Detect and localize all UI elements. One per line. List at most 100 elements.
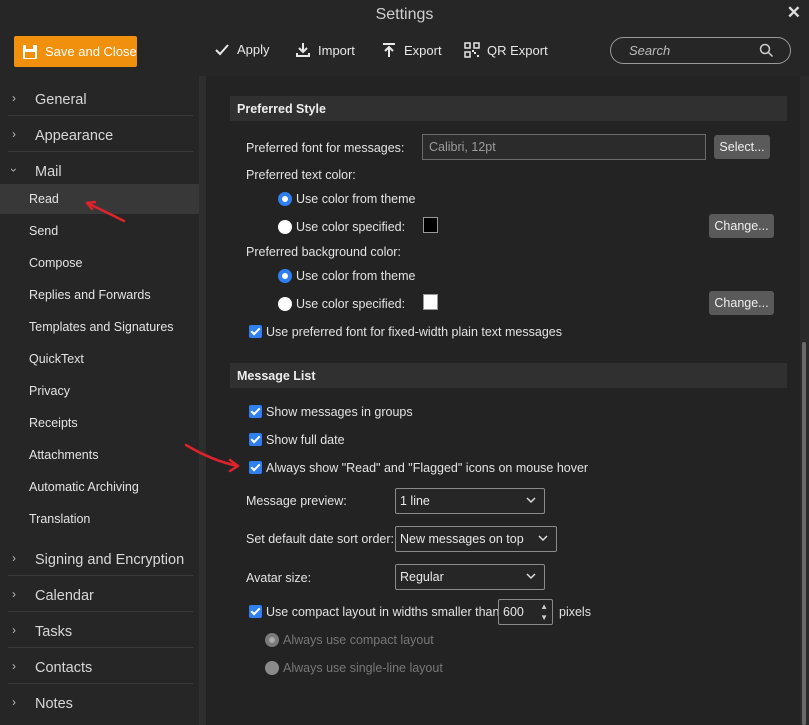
sidebar-item-replies-forwards[interactable]: Replies and Forwards [0, 280, 199, 310]
sidebar-section-signing-encryption[interactable]: › Signing and Encryption [0, 542, 199, 578]
sidebar-section-general[interactable]: › General [0, 82, 199, 118]
message-preview-select[interactable]: 1 line [395, 488, 545, 514]
toolbar: Save and Close Apply Import Export QR Ex… [0, 30, 809, 76]
import-button[interactable]: Import [295, 42, 355, 58]
fixed-width-checkbox[interactable] [249, 325, 262, 338]
sidebar-item-label: Translation [29, 512, 91, 526]
sidebar-item-label: Automatic Archiving [29, 480, 139, 494]
compact-width-stepper[interactable]: 600 ▲ ▼ [498, 599, 553, 625]
text-color-specified-radio[interactable] [278, 220, 292, 234]
sidebar-section-calendar[interactable]: › Calendar [0, 578, 199, 614]
sidebar-item-send[interactable]: Send [0, 216, 199, 246]
sidebar-item-receipts[interactable]: Receipts [0, 408, 199, 438]
sidebar-section-notes[interactable]: › Notes [0, 686, 199, 722]
sort-order-select[interactable]: New messages on top [395, 526, 557, 552]
text-color-label: Preferred text color: [246, 168, 356, 182]
stepper-down-icon[interactable]: ▼ [540, 613, 548, 622]
apply-button[interactable]: Apply [214, 42, 270, 57]
chevron-right-icon: › [12, 551, 16, 565]
compact-width-value: 600 [503, 605, 524, 619]
sidebar: › General › Appearance › Mail Read Send … [0, 76, 206, 725]
compact-layout-checkbox[interactable] [249, 605, 262, 618]
save-label: Save and Close [45, 44, 137, 59]
sidebar-section-label: Signing and Encryption [35, 552, 185, 568]
show-full-date-checkbox[interactable] [249, 433, 262, 446]
save-and-close-button[interactable]: Save and Close [14, 36, 137, 67]
sidebar-section-label: Tasks [35, 624, 73, 640]
sidebar-section-label: Mail [35, 164, 62, 180]
pixels-label: pixels [559, 605, 591, 619]
sidebar-item-privacy[interactable]: Privacy [0, 376, 199, 406]
always-compact-label: Always use compact layout [283, 633, 434, 647]
sidebar-item-label: Privacy [29, 384, 70, 398]
close-icon[interactable]: ✕ [787, 3, 801, 23]
sidebar-item-label: Attachments [29, 448, 99, 462]
sidebar-item-templates-signatures[interactable]: Templates and Signatures [0, 312, 199, 342]
preferred-style-header: Preferred Style [230, 96, 787, 121]
sidebar-item-label: Read [29, 192, 59, 206]
bg-color-specified-label: Use color specified: [296, 297, 406, 311]
chevron-down-icon [538, 535, 548, 542]
bg-color-theme-label: Use color from theme [296, 269, 416, 283]
sidebar-item-automatic-archiving[interactable]: Automatic Archiving [0, 472, 199, 502]
bg-color-label: Preferred background color: [246, 245, 401, 259]
title-bar: Settings ✕ [0, 0, 809, 30]
bg-color-change-button[interactable]: Change... [709, 291, 774, 315]
save-icon [23, 44, 37, 59]
show-groups-checkbox[interactable] [249, 405, 262, 418]
sidebar-section-contacts[interactable]: › Contacts [0, 650, 199, 686]
divider [8, 647, 193, 648]
show-groups-label: Show messages in groups [266, 405, 413, 419]
avatar-size-value: Regular [400, 570, 444, 584]
sidebar-item-read[interactable]: Read [0, 184, 199, 214]
select-font-button[interactable]: Select... [714, 135, 770, 159]
chevron-right-icon: › [12, 587, 16, 601]
qr-export-button[interactable]: QR Export [464, 42, 548, 58]
always-single-line-label: Always use single-line layout [283, 661, 443, 675]
sidebar-item-label: Templates and Signatures [29, 320, 174, 334]
always-compact-radio[interactable] [265, 633, 279, 647]
sidebar-item-compose[interactable]: Compose [0, 248, 199, 278]
sidebar-item-quicktext[interactable]: QuickText [0, 344, 199, 374]
text-color-change-button[interactable]: Change... [709, 214, 774, 238]
stepper-up-icon[interactable]: ▲ [540, 602, 548, 611]
search-input[interactable] [629, 43, 757, 58]
chevron-down-icon: › [7, 168, 21, 172]
search-icon[interactable] [759, 43, 774, 58]
settings-panel: Preferred Style Preferred font for messa… [206, 76, 809, 725]
chevron-down-icon [526, 573, 536, 580]
always-single-line-radio[interactable] [265, 661, 279, 675]
bg-color-specified-radio[interactable] [278, 297, 292, 311]
sidebar-section-appearance[interactable]: › Appearance [0, 118, 199, 154]
chevron-down-icon [526, 497, 536, 504]
text-color-swatch [423, 217, 438, 233]
chevron-right-icon: › [12, 659, 16, 673]
bg-color-theme-radio[interactable] [278, 269, 292, 283]
divider [8, 115, 193, 116]
export-icon [383, 43, 395, 57]
show-full-date-label: Show full date [266, 433, 345, 447]
checkmark-icon [215, 43, 229, 55]
export-button[interactable]: Export [381, 42, 442, 58]
chevron-right-icon: › [12, 623, 16, 637]
apply-label: Apply [237, 42, 270, 57]
qr-export-label: QR Export [487, 42, 548, 58]
always-show-icons-label: Always show "Read" and "Flagged" icons o… [266, 461, 589, 475]
export-label: Export [404, 42, 442, 58]
sidebar-item-label: Replies and Forwards [29, 288, 151, 302]
scrollbar-thumb[interactable] [802, 342, 806, 725]
sidebar-item-translation[interactable]: Translation [0, 504, 199, 534]
compact-layout-label: Use compact layout in widths smaller tha… [266, 605, 500, 619]
sidebar-item-attachments[interactable]: Attachments [0, 440, 199, 470]
search-box[interactable] [610, 37, 791, 64]
sidebar-section-tasks[interactable]: › Tasks [0, 614, 199, 650]
import-icon [296, 43, 310, 57]
divider [8, 611, 193, 612]
sidebar-section-label: Appearance [35, 128, 114, 144]
font-label: Preferred font for messages: [246, 141, 405, 155]
sort-order-label: Set default date sort order: [246, 532, 395, 546]
text-color-specified-label: Use color specified: [296, 220, 406, 234]
avatar-size-select[interactable]: Regular [395, 564, 545, 590]
text-color-theme-radio[interactable] [278, 192, 292, 206]
always-show-icons-checkbox[interactable] [249, 461, 262, 474]
